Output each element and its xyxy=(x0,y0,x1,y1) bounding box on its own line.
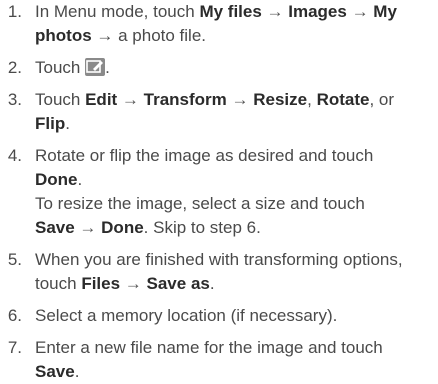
ui-term: Save as xyxy=(146,274,210,293)
step-number: 6. xyxy=(7,306,22,325)
instruction-text: To resize the image, select a size and t… xyxy=(35,194,365,213)
step-6: 6. Select a memory location (if necessar… xyxy=(0,304,438,328)
step-number: 5. xyxy=(7,250,22,269)
instruction-text: Enter a new file name for the image and … xyxy=(35,338,383,357)
instruction-text: . xyxy=(209,274,215,293)
step-7: 7. Enter a new file name for the image a… xyxy=(0,336,438,384)
step-line: Select a memory location (if necessary). xyxy=(35,304,435,328)
step-text: Touch . xyxy=(35,56,435,80)
arrow-separator: → xyxy=(74,218,102,237)
step-line: Save. xyxy=(35,360,435,384)
step-text: Rotate or flip the image as desired and … xyxy=(35,144,435,240)
step-2: 2. Touch . xyxy=(0,56,438,80)
instruction-text: Rotate or flip the image as desired and … xyxy=(35,146,374,165)
ui-term: Done xyxy=(101,218,144,237)
step-text: Enter a new file name for the image and … xyxy=(35,336,435,384)
ui-term: Done xyxy=(35,170,78,189)
arrow-separator: → xyxy=(226,90,254,109)
step-text: Select a memory location (if necessary). xyxy=(35,304,435,328)
step-number: 3. xyxy=(7,90,22,109)
edit-icon xyxy=(85,58,106,76)
ui-term: Flip xyxy=(35,114,66,133)
ui-term: Edit xyxy=(85,90,118,109)
ui-term: Save xyxy=(35,218,75,237)
step-1: 1. In Menu mode, touch My files → Images… xyxy=(0,0,438,48)
instruction-text: Select a memory location (if necessary). xyxy=(35,306,338,325)
step-number: 2. xyxy=(7,58,22,77)
instruction-text: . Skip to step 6. xyxy=(143,218,261,237)
instruction-text: In Menu mode, touch xyxy=(35,2,200,21)
step-line: photos → a photo file. xyxy=(35,24,435,48)
instruction-text: . xyxy=(105,58,110,77)
instruction-page: 1. In Menu mode, touch My files → Images… xyxy=(0,0,438,381)
step-number: 4. xyxy=(7,146,22,165)
ui-term: Files xyxy=(81,274,121,293)
ui-term: My xyxy=(373,2,397,21)
instruction-text: . xyxy=(77,170,83,189)
instruction-text: , or xyxy=(369,90,395,109)
instruction-text: , xyxy=(307,90,317,109)
ui-term: Rotate xyxy=(316,90,370,109)
ui-term: Save xyxy=(35,362,75,381)
step-3: 3. Touch Edit → Transform → Resize, Rota… xyxy=(0,88,438,136)
step-number: 1. xyxy=(7,2,22,21)
instruction-text: When you are finished with transforming … xyxy=(35,250,403,269)
instruction-text: Touch xyxy=(35,90,86,109)
instruction-text: Touch xyxy=(35,58,86,77)
step-line: Flip. xyxy=(35,112,435,136)
step-line: Touch Edit → Transform → Resize, Rotate,… xyxy=(35,88,435,112)
step-line: To resize the image, select a size and t… xyxy=(35,192,435,216)
step-line: Touch . xyxy=(35,56,435,80)
ui-term: photos xyxy=(35,26,92,45)
instruction-text: . xyxy=(65,114,70,133)
step-line: In Menu mode, touch My files → Images → … xyxy=(35,0,435,24)
step-line: When you are finished with transforming … xyxy=(35,248,435,272)
arrow-separator: → xyxy=(346,2,374,21)
ui-term: Images xyxy=(288,2,347,21)
arrow-separator: → xyxy=(120,274,147,293)
instruction-text: → a photo file. xyxy=(91,26,206,45)
arrow-separator: → xyxy=(261,2,289,21)
step-number: 7. xyxy=(7,338,22,357)
ui-term: My files xyxy=(199,2,262,21)
step-5: 5. When you are finished with transformi… xyxy=(0,248,438,296)
ui-term: Resize xyxy=(253,90,308,109)
arrow-separator: → xyxy=(117,90,144,109)
step-line: Rotate or flip the image as desired and … xyxy=(35,144,435,168)
instruction-text: touch xyxy=(35,274,82,293)
step-line: Done. xyxy=(35,168,435,192)
step-text: Touch Edit → Transform → Resize, Rotate,… xyxy=(35,88,435,136)
step-text: When you are finished with transforming … xyxy=(35,248,435,296)
instruction-text: . xyxy=(74,362,80,381)
step-line: touch Files → Save as. xyxy=(35,272,435,296)
step-text: In Menu mode, touch My files → Images → … xyxy=(35,0,435,48)
step-line: Enter a new file name for the image and … xyxy=(35,336,435,360)
step-line: Save → Done. Skip to step 6. xyxy=(35,216,435,240)
ui-term: Transform xyxy=(143,90,227,109)
step-4: 4. Rotate or flip the image as desired a… xyxy=(0,144,438,240)
